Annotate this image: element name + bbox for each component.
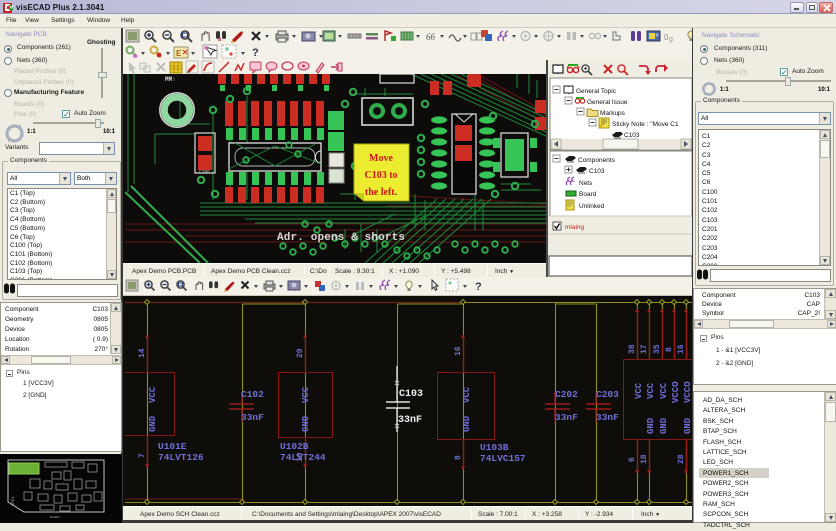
svg-text:28: 28 [677,454,686,464]
svg-text:g: g [669,36,673,43]
svg-text:C203: C203 [596,389,619,400]
svg-text:GND: GND [659,417,669,434]
svg-text:VCC: VCC [659,382,669,399]
svg-text:33nF: 33nF [398,415,422,426]
svg-text:General Topic: General Topic [576,88,617,95]
svg-text:7: 7 [138,453,147,458]
svg-text:VCCO: VCCO [671,381,681,403]
svg-text:VCC: VCC [301,386,311,403]
svg-text:Markups: Markups [600,110,626,117]
svg-text:VCC: VCC [462,386,472,403]
svg-text:33nF: 33nF [555,412,578,423]
svg-text:Board: Board [579,191,597,198]
svg-text:VCC: VCC [646,382,656,399]
svg-text:20: 20 [296,348,305,358]
svg-text:C202: C202 [555,389,578,400]
svg-text:Nets: Nets [579,180,593,187]
svg-text:E: E [176,49,182,58]
svg-text:uuuu: uuuu [50,516,60,520]
svg-text:U102B: U102B [280,441,309,452]
svg-text:66: 66 [426,32,436,42]
svg-text:C103 to: C103 to [364,170,397,181]
svg-text:74LVT126: 74LVT126 [158,452,204,463]
svg-text:14: 14 [138,348,147,358]
svg-text:GND: GND [148,415,158,432]
svg-text:?: ? [252,47,259,59]
svg-text:Unlinked: Unlinked [579,203,605,210]
svg-text:6: 6 [628,457,637,462]
svg-text:C102: C102 [241,389,264,400]
svg-text:33nF: 33nF [241,412,264,423]
svg-text:18: 18 [640,454,649,464]
svg-text:16: 16 [677,344,686,354]
svg-text:35: 35 [653,344,662,354]
svg-text:the left.: the left. [365,187,398,198]
svg-text:VCC: VCC [148,386,158,403]
svg-text:C103: C103 [589,168,605,175]
svg-text:17: 17 [640,344,649,354]
svg-text:U101E: U101E [158,441,187,452]
svg-text:APEX: APEX [12,496,16,506]
svg-text:a: a [218,37,222,43]
svg-text:GND: GND [462,415,472,432]
svg-text:Adr. opens & shorts: Adr. opens & shorts [277,232,405,244]
svg-text:General Issue: General Issue [587,99,628,106]
svg-text:8: 8 [665,347,674,352]
svg-text:VCCO: VCCO [683,381,692,403]
svg-text:Sticky Note : "Move C1: Sticky Note : "Move C1 [612,121,679,128]
svg-text:Move: Move [369,153,393,164]
svg-text:74LVC157: 74LVC157 [480,453,526,464]
svg-text:mlaing: mlaing [565,224,585,231]
svg-text:8: 8 [454,455,463,460]
svg-text:16: 16 [454,346,463,356]
svg-text:38: 38 [628,344,637,354]
svg-text:U103B: U103B [480,442,509,453]
svg-text:C103: C103 [624,132,640,139]
svg-text:?: ? [475,281,482,293]
svg-text:VCC: VCC [634,382,644,399]
svg-text:C103: C103 [399,389,423,400]
svg-text:33nF: 33nF [596,412,619,423]
svg-text:74LVT244: 74LVT244 [280,452,326,463]
svg-text:GND: GND [646,417,656,434]
svg-text:Components: Components [578,157,616,164]
svg-text:GND: GND [301,415,311,432]
svg-text:MM↑: MM↑ [165,76,176,83]
svg-text:GND: GND [683,417,692,434]
